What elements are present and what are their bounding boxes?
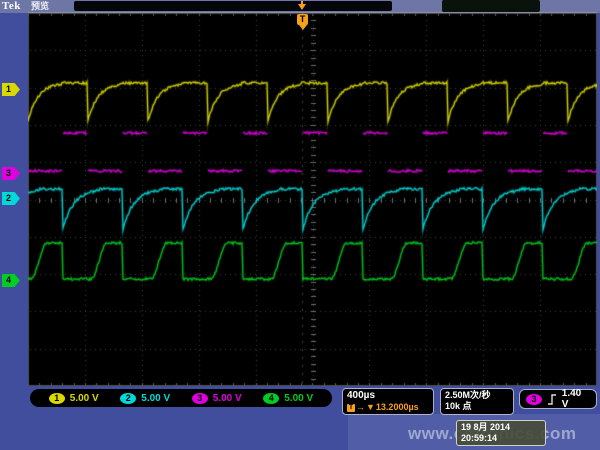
channel-2-badge: 2 (120, 393, 136, 404)
channel-marker-4[interactable]: 4 (2, 274, 20, 287)
trigger-position-icon[interactable] (296, 0, 308, 12)
channel-3-readout[interactable]: 3 5.00 V (192, 393, 242, 404)
rising-edge-icon (547, 393, 557, 405)
sample-rate: 2.50M次/秒 (445, 390, 509, 401)
datetime-box: 19 8月 2014 20:59:14 (456, 420, 546, 446)
trigger-delay-value: 13.2000µs (376, 402, 419, 413)
channel-3-badge: 3 (192, 393, 208, 404)
channel-1-badge: 1 (49, 393, 65, 404)
trigger-t-arrow-icon (299, 25, 307, 30)
channel-marker-1[interactable]: 1 (2, 83, 20, 96)
date-label: 19 8月 2014 (461, 422, 541, 433)
info-readout-box (442, 0, 540, 12)
trigger-t-marker[interactable]: T (297, 14, 308, 25)
channel-2-readout[interactable]: 2 5.00 V (120, 393, 170, 404)
channel-4-badge: 4 (263, 393, 279, 404)
channel-readout-box: 1 5.00 V 2 5.00 V 3 5.00 V 4 5.00 V (30, 389, 332, 407)
waveform-plot (28, 12, 597, 385)
waveform-canvas (28, 13, 597, 386)
message-readout-box (74, 1, 392, 11)
channel-marker-2[interactable]: 2 (2, 192, 20, 205)
acquisition-box[interactable]: 2.50M次/秒 10k 点 (440, 388, 514, 415)
arrow-right-icon: → (356, 402, 365, 413)
trigger-delay-readout: T → ▼ 13.2000µs (347, 402, 429, 413)
tek-logo: Tek (2, 0, 21, 13)
channel-marker-3[interactable]: 3 (2, 167, 20, 180)
timebase-scale: 400µs (347, 390, 429, 402)
oscilloscope-screen: Tek 预览 1 3 2 4 T 1 5.00 V 2 5.00 V 3 5.0… (0, 0, 600, 450)
channel-4-readout[interactable]: 4 5.00 V (263, 393, 313, 404)
triangle-down-icon: ▼ (366, 402, 375, 413)
trigger-level: 1.40 V (562, 388, 590, 410)
channel-1-scale: 5.00 V (70, 393, 99, 404)
channel-3-scale: 5.00 V (213, 393, 242, 404)
trigger-box[interactable]: 3 1.40 V (519, 389, 597, 409)
channel-2-scale: 5.00 V (141, 393, 170, 404)
channel-4-scale: 5.00 V (284, 393, 313, 404)
channel-1-readout[interactable]: 1 5.00 V (49, 393, 99, 404)
record-points: 10k 点 (445, 401, 509, 412)
time-label: 20:59:14 (461, 433, 541, 444)
trigger-source-badge: 3 (526, 394, 542, 405)
trigger-t-icon: T (347, 404, 355, 412)
timebase-box[interactable]: 400µs T → ▼ 13.2000µs (342, 388, 434, 415)
